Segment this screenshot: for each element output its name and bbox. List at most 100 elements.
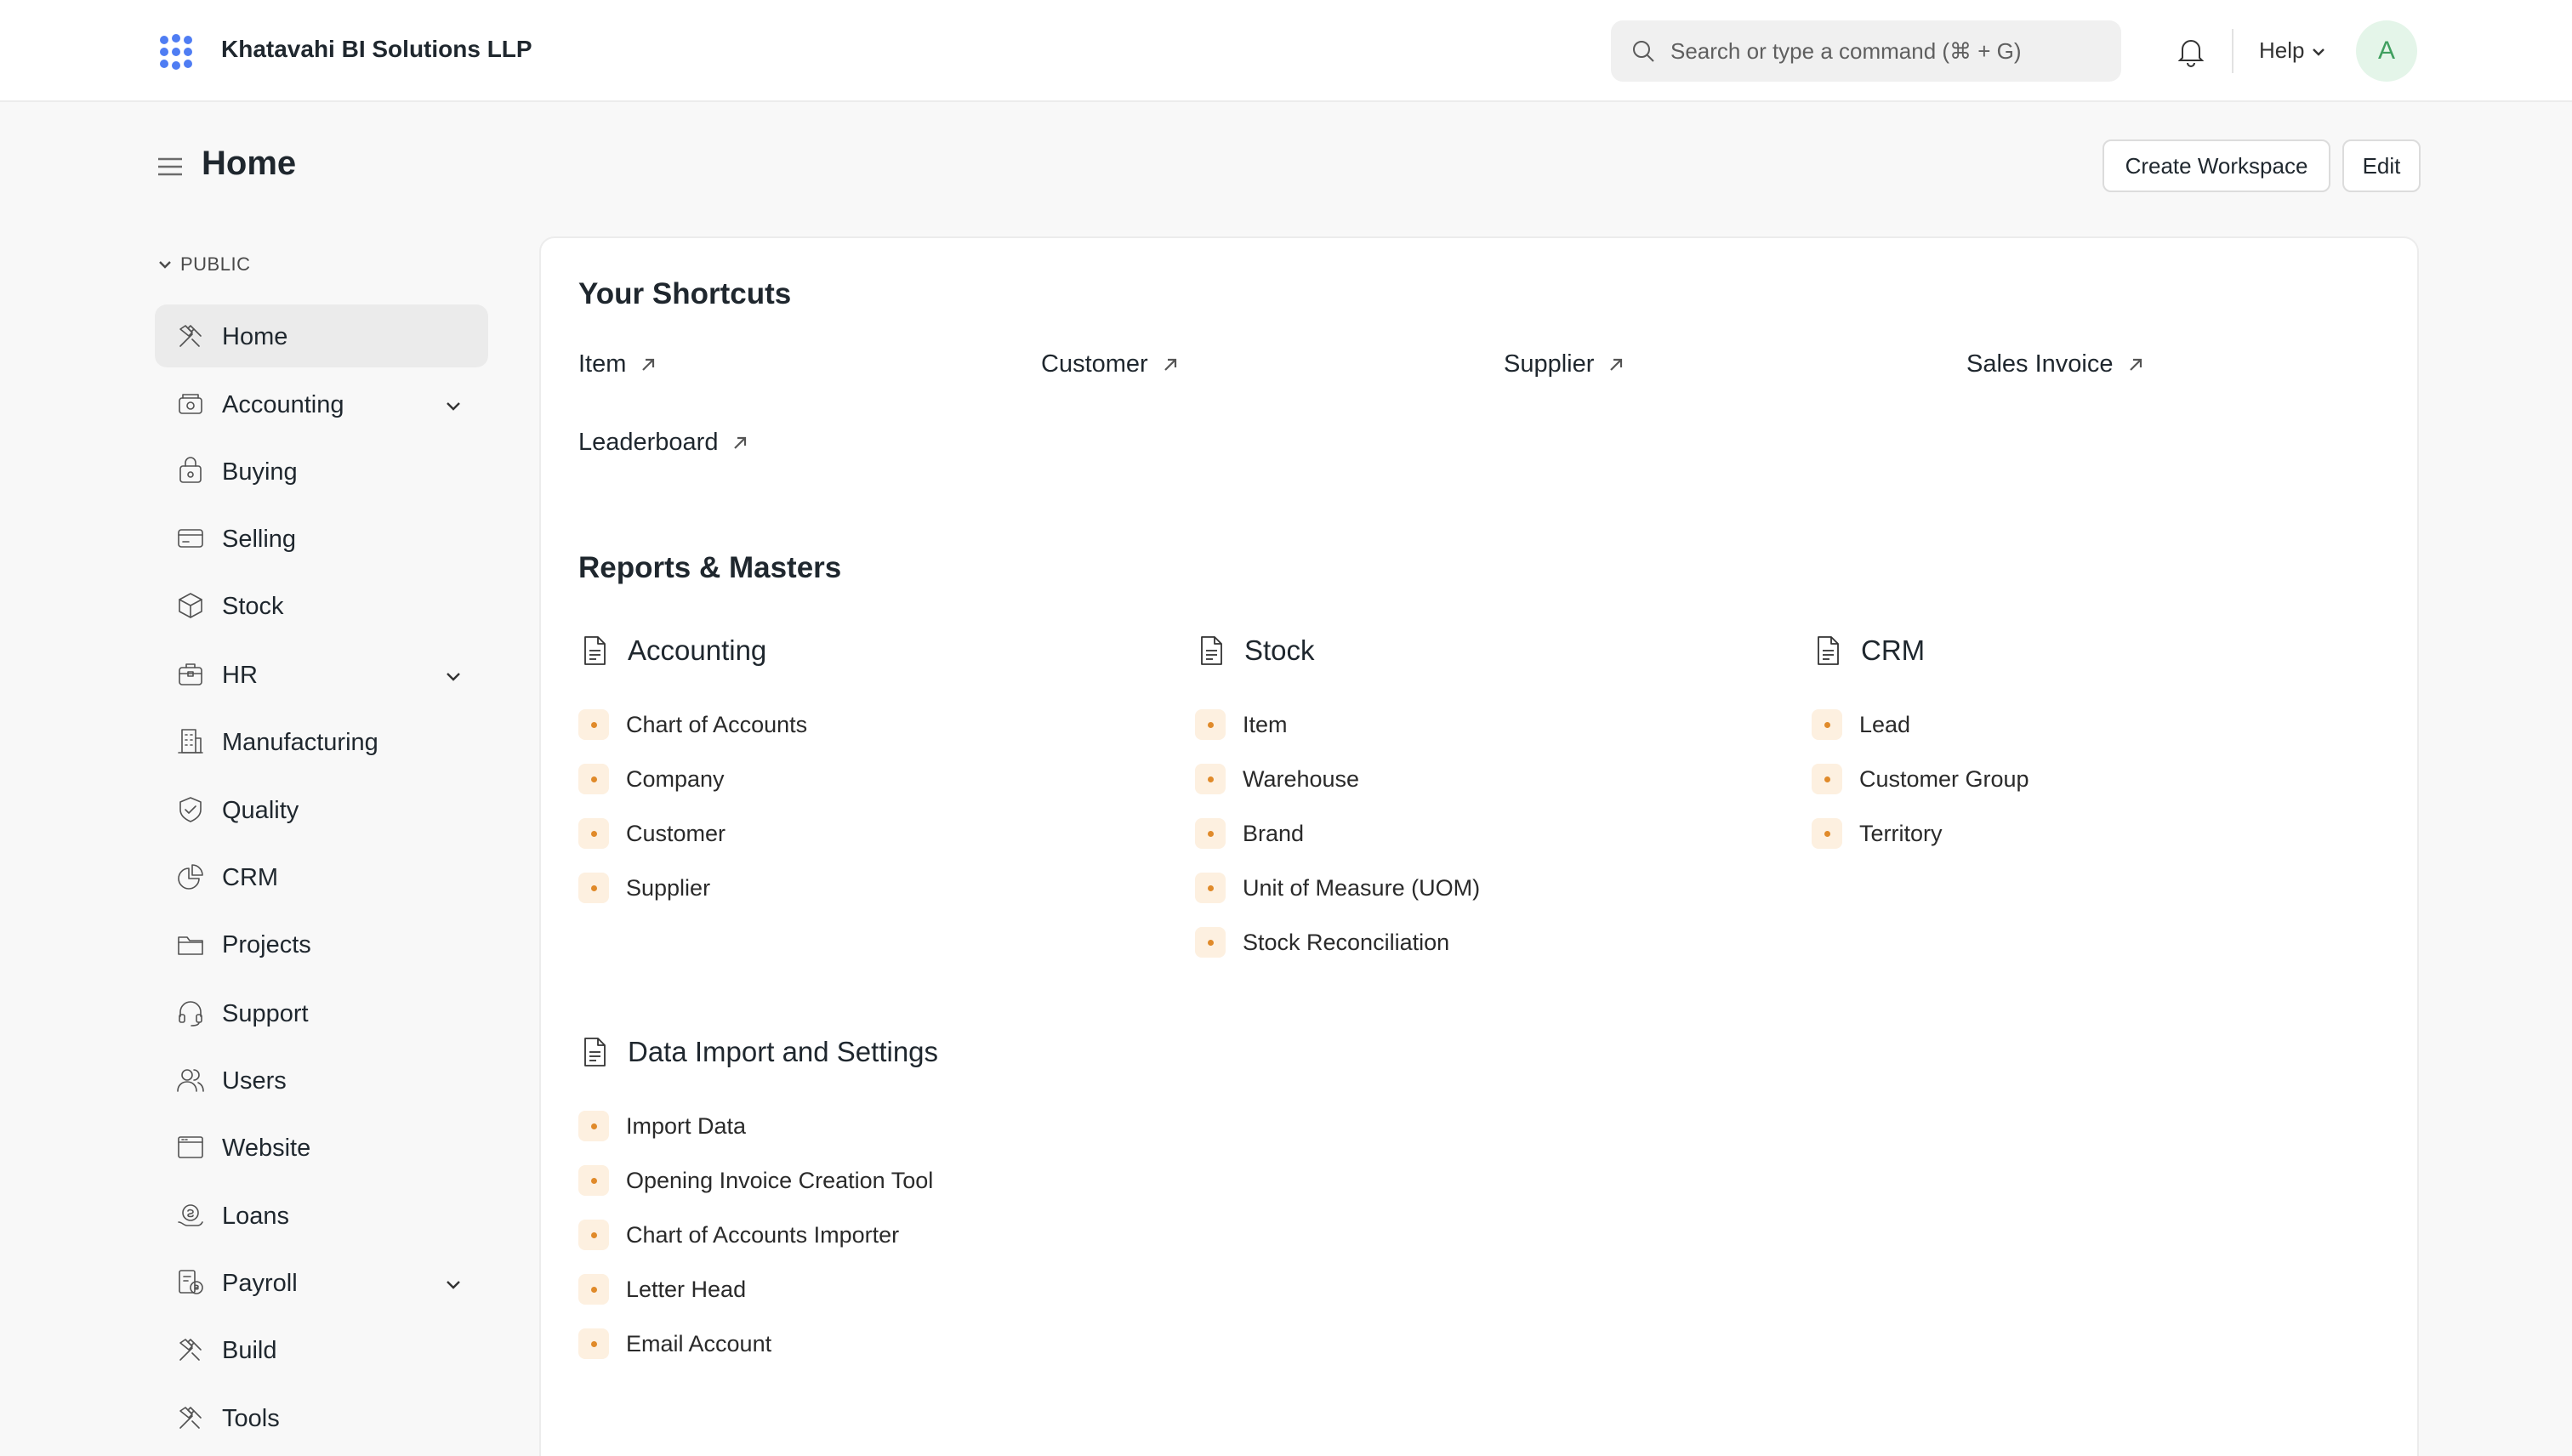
shortcut-label: Customer (1041, 350, 1148, 378)
chevron-down-icon[interactable] (2309, 43, 2328, 61)
shortcut-label: Item (578, 350, 627, 378)
sidebar-item-tools[interactable]: Tools (155, 1386, 488, 1449)
sidebar-section-label: PUBLIC (180, 253, 251, 275)
sidebar-item-manufacturing[interactable]: Manufacturing (155, 710, 488, 773)
report-link[interactable]: Supplier (578, 873, 710, 903)
sidebar-item-quality[interactable]: Quality (155, 778, 488, 841)
quality-icon (179, 797, 202, 822)
report-link[interactable]: Warehouse (1195, 764, 1359, 794)
bullet-dot-icon (1812, 764, 1842, 794)
loans-icon (178, 1204, 203, 1226)
report-link[interactable]: Company (578, 764, 725, 794)
report-link[interactable]: Chart of Accounts (578, 709, 807, 740)
sidebar-item-support[interactable]: Support (155, 981, 488, 1044)
sidebar-item-label: Website (222, 1135, 311, 1162)
manufacturing-icon (178, 729, 203, 754)
sidebar-item-label: Accounting (222, 391, 344, 418)
shortcut-supplier[interactable]: Supplier (1504, 350, 1626, 378)
help-menu[interactable]: Help (2259, 37, 2304, 64)
report-link[interactable]: Opening Invoice Creation Tool (578, 1165, 933, 1196)
report-link[interactable]: Brand (1195, 818, 1304, 849)
sidebar-item-label: Manufacturing (222, 729, 378, 756)
sidebar-item-label: Payroll (222, 1270, 298, 1297)
sidebar-item-label: Stock (222, 593, 284, 620)
selling-icon (178, 529, 203, 548)
bullet-dot-icon (578, 1165, 609, 1196)
report-link[interactable]: Customer Group (1812, 764, 2029, 794)
report-link[interactable]: Stock Reconciliation (1195, 927, 1449, 958)
projects-folder-icon (178, 936, 203, 955)
sidebar-item-selling[interactable]: Selling (155, 507, 488, 570)
sidebar-toggle-icon[interactable] (155, 151, 185, 182)
sidebar-item-crm[interactable]: CRM (155, 845, 488, 908)
shortcut-label: Leaderboard (578, 429, 719, 456)
sidebar-item-accounting[interactable]: Accounting (155, 373, 488, 435)
user-avatar[interactable]: A (2356, 20, 2417, 82)
bullet-dot-icon (578, 1111, 609, 1141)
bullet-dot-icon (1195, 927, 1226, 958)
arrow-up-right-icon (2129, 358, 2142, 371)
sidebar-item-loans[interactable]: Loans (155, 1184, 488, 1247)
document-icon (584, 636, 606, 665)
shortcut-leaderboard[interactable]: Leaderboard (578, 429, 750, 457)
sidebar-item-projects[interactable]: Projects (155, 913, 488, 975)
shortcut-item[interactable]: Item (578, 350, 658, 378)
sidebar-item-users[interactable]: Users (155, 1049, 488, 1112)
sidebar-item-label: Home (222, 323, 288, 350)
arrow-up-right-icon (734, 436, 747, 449)
payroll-icon (179, 1270, 203, 1294)
company-name[interactable]: Khatavahi BI Solutions LLP (221, 36, 532, 63)
sidebar-item-buying[interactable]: Buying (155, 440, 488, 503)
report-link-label: Email Account (626, 1330, 772, 1356)
report-link[interactable]: Import Data (578, 1111, 746, 1141)
report-link[interactable]: Letter Head (578, 1274, 746, 1305)
search-bar[interactable] (1611, 20, 2121, 82)
report-group-crm: CRM (1812, 634, 1925, 667)
shortcut-customer[interactable]: Customer (1041, 350, 1181, 378)
sidebar-section-public[interactable]: PUBLIC (156, 253, 250, 276)
chevron-down-icon[interactable] (442, 665, 464, 687)
sidebar-item-home[interactable]: Home (155, 304, 488, 367)
sidebar-item-label: Users (222, 1067, 287, 1095)
search-input[interactable] (1670, 20, 2096, 82)
shortcut-sales-invoice[interactable]: Sales Invoice (1966, 350, 2146, 378)
edit-button[interactable]: Edit (2342, 139, 2421, 192)
bullet-dot-icon (578, 873, 609, 903)
sidebar-item-build[interactable]: Build (155, 1318, 488, 1381)
report-group-title: CRM (1861, 634, 1926, 666)
report-group-title: Accounting (628, 634, 767, 666)
users-icon (177, 1069, 204, 1092)
sidebar-item-hr[interactable]: HR (155, 643, 488, 706)
sidebar-item-stock[interactable]: Stock (155, 574, 488, 637)
bullet-dot-icon (1195, 873, 1226, 903)
report-link-label: Warehouse (1243, 765, 1360, 792)
report-group-stock: Stock (1195, 634, 1315, 667)
page-title: Home (202, 145, 297, 182)
search-icon (1633, 41, 1654, 62)
sidebar-item-label: Quality (222, 797, 299, 824)
notification-bell-icon[interactable] (2174, 34, 2208, 68)
chevron-down-icon[interactable] (442, 1273, 464, 1295)
report-link[interactable]: Territory (1812, 818, 1943, 849)
report-link[interactable]: Unit of Measure (UOM) (1195, 873, 1480, 903)
app-logo-icon[interactable] (158, 34, 194, 70)
sidebar-item-label: Support (222, 1000, 309, 1027)
report-link[interactable]: Chart of Accounts Importer (578, 1220, 899, 1250)
accounting-icon (179, 394, 202, 414)
report-link[interactable]: Customer (578, 818, 726, 849)
create-workspace-button[interactable]: Create Workspace (2103, 139, 2330, 192)
workspace-card: Your Shortcuts Item Customer Supplier Sa… (539, 236, 2419, 1456)
chevron-down-icon[interactable] (442, 395, 464, 417)
report-link-label: Brand (1243, 820, 1305, 846)
document-icon (584, 1038, 606, 1066)
support-headset-icon (179, 1001, 202, 1027)
report-link[interactable]: Item (1195, 709, 1288, 740)
report-link[interactable]: Email Account (578, 1328, 771, 1359)
hr-icon (179, 663, 202, 685)
buying-icon (179, 457, 202, 483)
report-link[interactable]: Lead (1812, 709, 1910, 740)
sidebar-item-payroll[interactable]: Payroll (155, 1251, 488, 1314)
chevron-down-icon (159, 261, 171, 269)
stock-box-icon (179, 593, 202, 618)
sidebar-item-website[interactable]: Website (155, 1116, 488, 1179)
